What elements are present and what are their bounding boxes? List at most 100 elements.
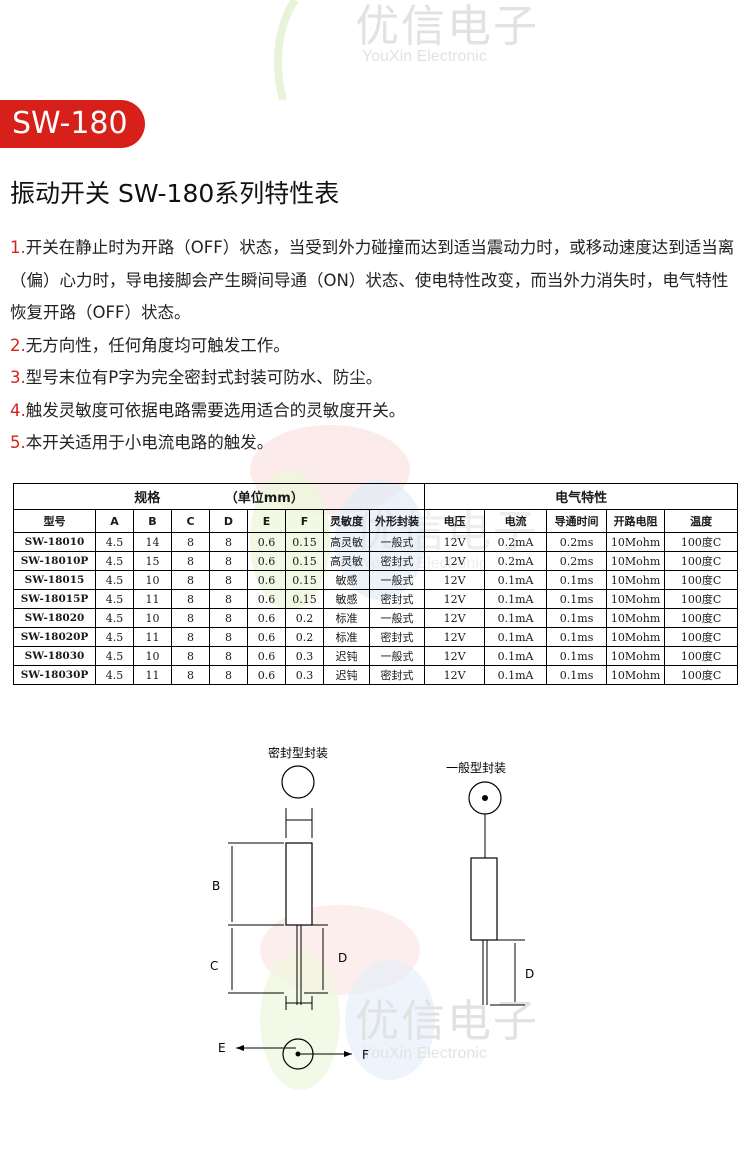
- table-cell: 8: [171, 646, 210, 666]
- table-cell: 标准: [323, 608, 370, 628]
- table-cell: 8: [171, 532, 210, 552]
- table-cell: 0.1mA: [484, 646, 548, 666]
- table-cell: 11: [133, 665, 172, 685]
- column-header: 灵敏度: [323, 509, 370, 533]
- table-cell: 10Mohm: [606, 665, 666, 685]
- table-row: SW-18020 4.5 10 8 8 0.6 0.2 标准 一般式 12V 0.1mA 0.1ms 1…: [13, 608, 739, 628]
- table-cell: 0.15: [285, 570, 324, 590]
- table-cell: 8: [209, 608, 248, 628]
- table-cell: 迟钝: [323, 665, 370, 685]
- feature-text: 型号末位有P字为完全密封式封装可防水、防尘。: [25, 368, 383, 387]
- spec-table: 规格 （单位mm） 电气特性 型号 A B C D E F 灵敏度 外形封装 电压 电流 导通时间 开路…: [12, 483, 739, 685]
- table-cell: 0.1ms: [546, 665, 608, 685]
- dim-e-label: E: [218, 1041, 226, 1055]
- sealed-bottom-view-dot: [295, 1051, 301, 1057]
- table-cell: 4.5: [95, 551, 134, 571]
- table-cell: 0.6: [247, 646, 286, 666]
- watermark-brand-cn-top: 优信电子: [355, 1, 539, 52]
- column-header: 外形封装: [368, 509, 426, 533]
- table-cell: 密封式: [368, 589, 426, 609]
- general-package-label: 一般型封装: [446, 760, 506, 775]
- table-cell: 一般式: [368, 570, 426, 590]
- table-cell: 密封式: [368, 551, 426, 571]
- table-cell: 4.5: [95, 589, 134, 609]
- table-cell: 0.6: [247, 589, 286, 609]
- table-cell: 0.6: [247, 627, 286, 647]
- column-header: 导通时间: [546, 509, 608, 533]
- table-cell: 8: [171, 665, 210, 685]
- table-cell: 0.1mA: [484, 589, 548, 609]
- model-cell: SW-18015P: [13, 589, 96, 609]
- table-cell: 100度C: [664, 551, 739, 571]
- table-cell: 4.5: [95, 608, 134, 628]
- table-cell: 高灵敏: [323, 551, 370, 571]
- feature-item: 3.型号末位有P字为完全密封式封装可防水、防尘。: [10, 362, 740, 395]
- table-cell: 15: [133, 551, 172, 571]
- feature-text: 开关在静止时为开路（OFF）状态，当受到外力碰撞而达到适当震动力时，或移动速度达…: [10, 238, 735, 322]
- table-cell: 8: [209, 551, 248, 571]
- package-diagrams: 密封型封装 B C D E F 一般型封装 D: [210, 745, 534, 1070]
- column-header: 温度: [664, 509, 739, 533]
- table-cell: 10Mohm: [606, 532, 666, 552]
- sealed-body-shape: [285, 842, 313, 926]
- table-cell: 10Mohm: [606, 608, 666, 628]
- column-header: F: [285, 509, 324, 533]
- table-cell: 密封式: [368, 627, 426, 647]
- table-group-header: 规格 （单位mm） 电气特性: [12, 483, 739, 510]
- table-cell: 100度C: [664, 570, 739, 590]
- watermark-logo-top: [265, 0, 325, 104]
- table-cell: 敏感: [323, 589, 370, 609]
- table-cell: 密封式: [368, 665, 426, 685]
- feature-list: 1.开关在静止时为开路（OFF）状态，当受到外力碰撞而达到适当震动力时，或移动速…: [10, 232, 740, 460]
- table-cell: 0.15: [285, 551, 324, 571]
- table-cell: 4.5: [95, 646, 134, 666]
- dim-b-label: B: [212, 879, 220, 893]
- feature-text: 触发灵敏度可依据电路需要选用适合的灵敏度开关。: [25, 400, 406, 420]
- table-cell: 0.6: [247, 551, 286, 571]
- table-header-row: 型号 A B C D E F 灵敏度 外形封装 电压 电流 导通时间 开路电阻 温度: [13, 509, 739, 533]
- feature-item: 2.无方向性，任何角度均可触发工作。: [10, 330, 740, 363]
- table-cell: 12V: [424, 532, 486, 552]
- feature-number: 4.: [10, 400, 26, 420]
- table-cell: 10: [133, 646, 172, 666]
- electrical-group-header: 电气特性: [424, 483, 739, 510]
- sealed-package-label: 密封型封装: [268, 745, 328, 760]
- column-header: E: [247, 509, 286, 533]
- table-cell: 10Mohm: [606, 551, 666, 571]
- table-cell: 0.6: [247, 532, 286, 552]
- table-cell: 8: [171, 589, 210, 609]
- dim-d-label: D: [338, 951, 347, 965]
- table-cell: 一般式: [368, 608, 426, 628]
- table-cell: 0.3: [285, 665, 324, 685]
- feature-item: 1.开关在静止时为开路（OFF）状态，当受到外力碰撞而达到适当震动力时，或移动速…: [10, 232, 740, 330]
- feature-item: 5.本开关适用于小电流电路的触发。: [10, 427, 740, 460]
- table-cell: 12V: [424, 589, 486, 609]
- table-cell: 0.2ms: [546, 532, 608, 552]
- table-cell: 0.6: [247, 570, 286, 590]
- table-cell: 8: [209, 646, 248, 666]
- unit-label: （单位mm）: [224, 491, 304, 506]
- table-cell: 0.6: [247, 665, 286, 685]
- table-cell: 0.2mA: [484, 551, 548, 571]
- dim-c-label: C: [210, 959, 218, 973]
- table-cell: 11: [133, 627, 172, 647]
- table-cell: 12V: [424, 646, 486, 666]
- column-header: 电流: [484, 509, 548, 533]
- model-cell: SW-18020: [13, 608, 96, 628]
- table-cell: 敏感: [323, 570, 370, 590]
- table-cell: 0.2mA: [484, 532, 548, 552]
- model-badge: SW-180: [0, 100, 145, 148]
- table-cell: 8: [209, 532, 248, 552]
- table-cell: 8: [171, 608, 210, 628]
- dim-f-arrow-head: [344, 1051, 352, 1057]
- feature-number: 3.: [10, 368, 26, 387]
- table-cell: 12V: [424, 627, 486, 647]
- table-cell: 0.15: [285, 532, 324, 552]
- table-cell: 100度C: [664, 627, 739, 647]
- table-cell: 100度C: [664, 532, 739, 552]
- feature-number: 5.: [10, 433, 26, 452]
- table-cell: 8: [209, 627, 248, 647]
- table-cell: 0.1mA: [484, 665, 548, 685]
- model-cell: SW-18030P: [13, 665, 96, 685]
- table-body: SW-18010 4.5 14 8 8 0.6 0.15 高灵敏 一般式 12V 0.2mA 0.2m…: [13, 532, 739, 685]
